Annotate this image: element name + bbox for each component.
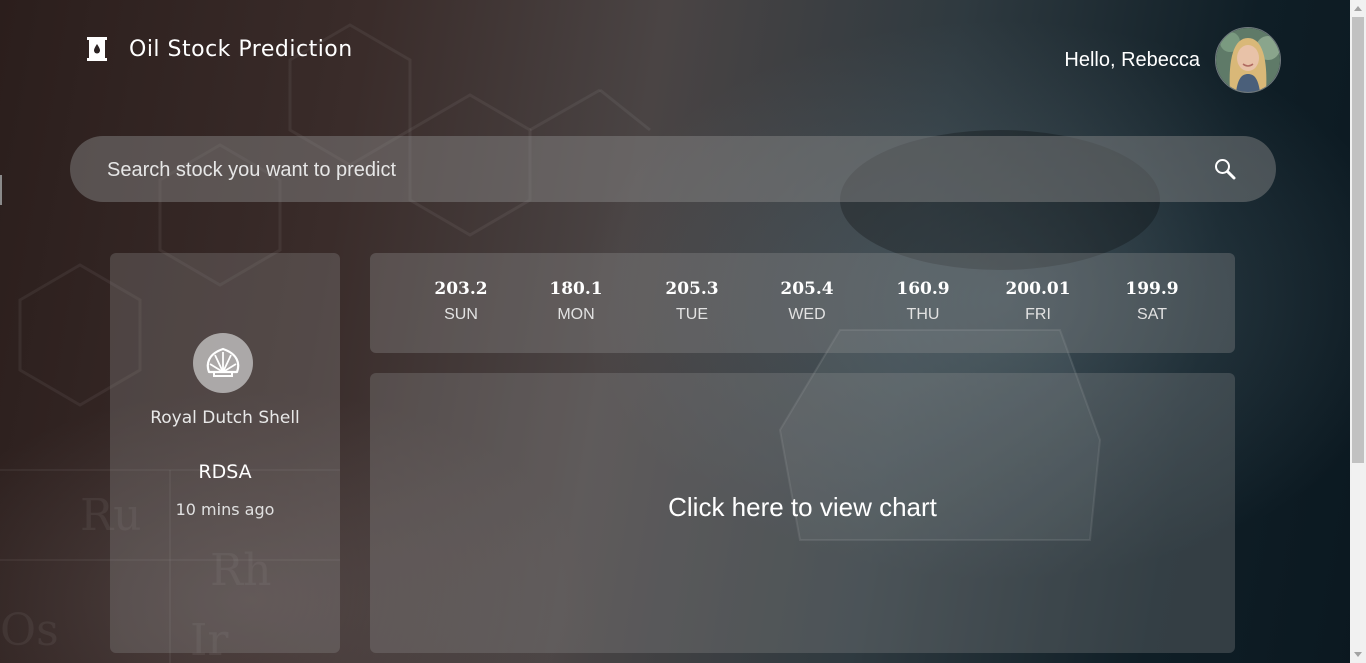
- company-name: Royal Dutch Shell: [150, 408, 300, 428]
- forecast-value: 200.01: [1005, 279, 1071, 299]
- forecast-day-mon[interactable]: 180.1 MON: [526, 279, 626, 324]
- user-profile[interactable]: Hello, Rebecca: [1064, 27, 1281, 93]
- search-input[interactable]: [105, 136, 1189, 204]
- forecast-value: 199.9: [1125, 279, 1179, 299]
- window-edge-marker: [0, 175, 2, 205]
- oil-barrel-icon: [87, 37, 107, 61]
- forecast-day-label: THU: [906, 306, 940, 323]
- app-header: Oil Stock Prediction: [85, 36, 353, 62]
- forecast-day-label: SUN: [444, 306, 478, 323]
- forecast-day-tue[interactable]: 205.3 TUE: [642, 279, 742, 324]
- company-logo: [193, 333, 253, 393]
- stock-info-card: Royal Dutch Shell RDSA 10 mins ago: [110, 253, 340, 653]
- forecast-value: 180.1: [549, 279, 603, 299]
- forecast-day-label: FRI: [1025, 306, 1051, 323]
- search-bar[interactable]: [70, 136, 1276, 204]
- forecast-day-fri[interactable]: 200.01 FRI: [988, 279, 1088, 324]
- forecast-day-label: TUE: [676, 306, 708, 323]
- scrollbar-thumb[interactable]: [1352, 17, 1364, 463]
- user-greeting: Hello, Rebecca: [1064, 48, 1200, 71]
- view-chart-link[interactable]: Click here to view chart: [370, 492, 1235, 523]
- forecast-day-label: WED: [788, 306, 826, 323]
- search-icon[interactable]: [1214, 158, 1236, 180]
- forecast-day-sun[interactable]: 203.2 SUN: [411, 279, 511, 324]
- forecast-value: 203.2: [434, 279, 488, 299]
- shell-logo-icon: [206, 347, 240, 377]
- forecast-day-sat[interactable]: 199.9 SAT: [1102, 279, 1202, 324]
- forecast-value: 205.4: [780, 279, 834, 299]
- view-chart-panel[interactable]: Click here to view chart: [370, 373, 1235, 653]
- scroll-up-icon[interactable]: [1354, 6, 1362, 11]
- svg-text:Os: Os: [0, 605, 59, 656]
- avatar[interactable]: [1215, 27, 1281, 93]
- avatar-image: [1216, 28, 1280, 92]
- forecast-value: 160.9: [896, 279, 950, 299]
- scroll-down-icon[interactable]: [1354, 652, 1362, 657]
- last-updated: 10 mins ago: [175, 500, 275, 519]
- forecast-day-thu[interactable]: 160.9 THU: [873, 279, 973, 324]
- weekly-forecast: 203.2 SUN 180.1 MON 205.3 TUE 205.4 WED …: [370, 253, 1235, 353]
- vertical-scrollbar[interactable]: [1350, 0, 1366, 663]
- forecast-day-label: MON: [557, 306, 595, 323]
- stock-ticker: RDSA: [198, 461, 252, 483]
- forecast-day-wed[interactable]: 205.4 WED: [757, 279, 857, 324]
- forecast-day-label: SAT: [1137, 306, 1167, 323]
- forecast-value: 205.3: [665, 279, 719, 299]
- app-title: Oil Stock Prediction: [129, 36, 353, 62]
